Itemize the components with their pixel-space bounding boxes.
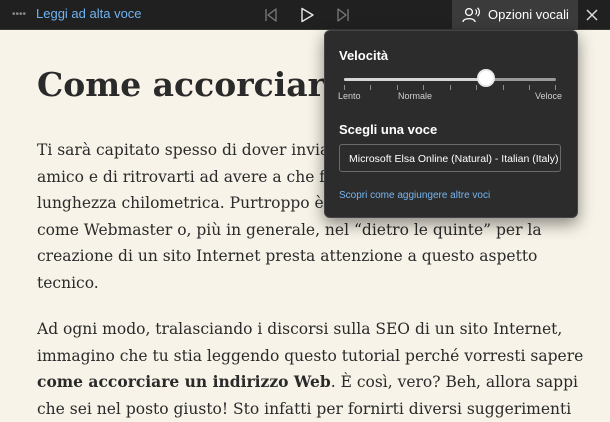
- paragraph-line: Ad ogni modo, tralasciando i discorsi su…: [37, 320, 563, 338]
- paragraph-line: tecnico.: [37, 273, 99, 292]
- speed-tick: [529, 85, 530, 90]
- speed-tick: [370, 85, 371, 90]
- speed-slider-track[interactable]: [344, 78, 556, 81]
- skip-next-icon[interactable]: [334, 4, 352, 25]
- voice-select[interactable]: Microsoft Elsa Online (Natural) - Italia…: [339, 144, 561, 172]
- speed-tick: [555, 85, 556, 90]
- paragraph-line: creazione di un sito Internet presta att…: [37, 247, 538, 266]
- voice-options-label: Opzioni vocali: [488, 7, 569, 22]
- speed-tick: [397, 85, 398, 90]
- speed-label-normal: Normale: [398, 91, 433, 101]
- read-aloud-label[interactable]: Leggi ad alta voce: [36, 6, 142, 21]
- paragraph-text: . È così, vero? Beh, allora sappi: [330, 373, 578, 392]
- speed-tick: [450, 85, 451, 90]
- speed-tick: [503, 85, 504, 90]
- skip-previous-icon[interactable]: [262, 4, 280, 25]
- close-icon[interactable]: [584, 7, 600, 23]
- voice-options-button[interactable]: Opzioni vocali: [452, 0, 578, 29]
- choose-voice-heading: Scegli una voce: [339, 122, 438, 137]
- add-voices-link[interactable]: Scopri come aggiungere altre voci: [339, 190, 490, 201]
- speed-label-slow: Lento: [338, 91, 361, 101]
- article-paragraph-2: Ad ogni modo, tralasciando i discorsi su…: [37, 316, 587, 422]
- speed-tick: [423, 85, 424, 90]
- paragraph-line: immagino che tu stia leggendo questo tut…: [37, 346, 584, 365]
- reader-toolbar: •••• Leggi ad alta voce Opzioni vocali: [0, 0, 610, 30]
- paragraph-line: come accorciare un indirizzo Web. È così…: [37, 369, 587, 396]
- paragraph-line: come Webmaster o, più in generale, nel “…: [37, 220, 542, 239]
- speed-tick: [344, 85, 345, 90]
- speed-label-fast: Veloce: [535, 91, 563, 101]
- speed-heading: Velocità: [339, 48, 389, 63]
- speed-slider-thumb[interactable]: [479, 71, 494, 85]
- voice-icon: [462, 6, 480, 23]
- grip-icon[interactable]: ••••: [12, 9, 26, 20]
- play-icon[interactable]: [298, 4, 316, 25]
- paragraph-line: che sei nel posto giusto! Sto infatti pe…: [37, 399, 572, 418]
- speed-slider-fill: [344, 78, 487, 81]
- speed-tick: [476, 85, 477, 90]
- bold-phrase: come accorciare un indirizzo Web: [37, 372, 331, 392]
- voice-options-panel: Velocità Lento Normale Veloce Scegli una…: [324, 30, 578, 218]
